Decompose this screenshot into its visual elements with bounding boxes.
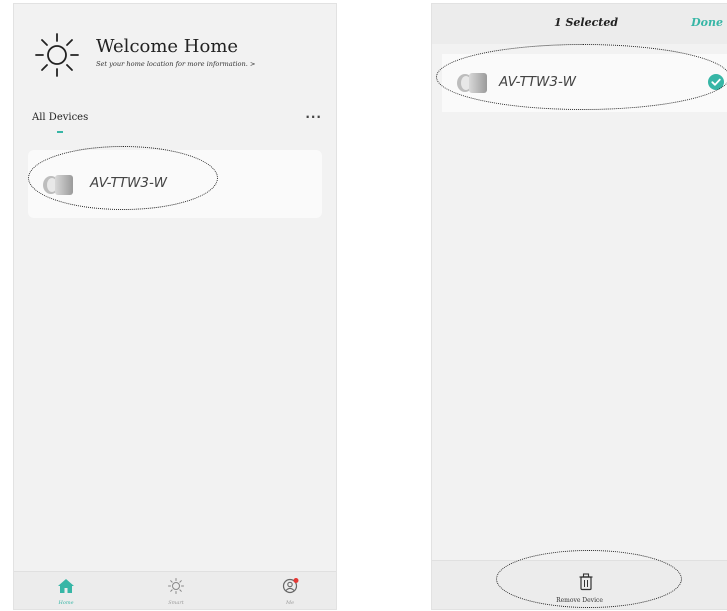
tab-smart[interactable]: Smart	[146, 578, 206, 606]
selection-top-bar: 1 Selected Done	[432, 4, 727, 44]
tab-smart-label: Smart	[168, 600, 184, 606]
home-screen: Welcome Home Set your home location for …	[13, 3, 337, 610]
tab-home[interactable]: Home	[36, 578, 96, 606]
highlight-annotation	[496, 550, 682, 608]
home-header[interactable]: Welcome Home Set your home location for …	[14, 26, 336, 86]
device-selection-screen: 1 Selected Done AV-TTW3-W Remove Device	[431, 3, 727, 610]
home-icon	[58, 579, 74, 593]
bottom-tab-bar: Home Smart Me	[14, 571, 336, 609]
home-location-link[interactable]: Set your home location for more informat…	[96, 60, 255, 68]
tab-home-label: Home	[58, 600, 74, 606]
highlight-annotation	[28, 146, 218, 210]
sun-icon	[35, 33, 79, 77]
highlight-annotation	[436, 44, 727, 110]
notification-badge	[293, 578, 299, 583]
more-options-button[interactable]: ···	[305, 110, 322, 124]
active-tab-indicator	[57, 131, 63, 133]
done-button[interactable]: Done	[691, 16, 723, 29]
welcome-title: Welcome Home	[96, 36, 239, 57]
tab-me-label: Me	[285, 600, 295, 606]
user-icon	[282, 578, 299, 594]
tab-all-devices[interactable]: All Devices	[32, 112, 88, 123]
tab-me[interactable]: Me	[260, 578, 320, 606]
selected-count: 1 Selected	[554, 16, 619, 29]
sun-icon	[168, 578, 184, 594]
